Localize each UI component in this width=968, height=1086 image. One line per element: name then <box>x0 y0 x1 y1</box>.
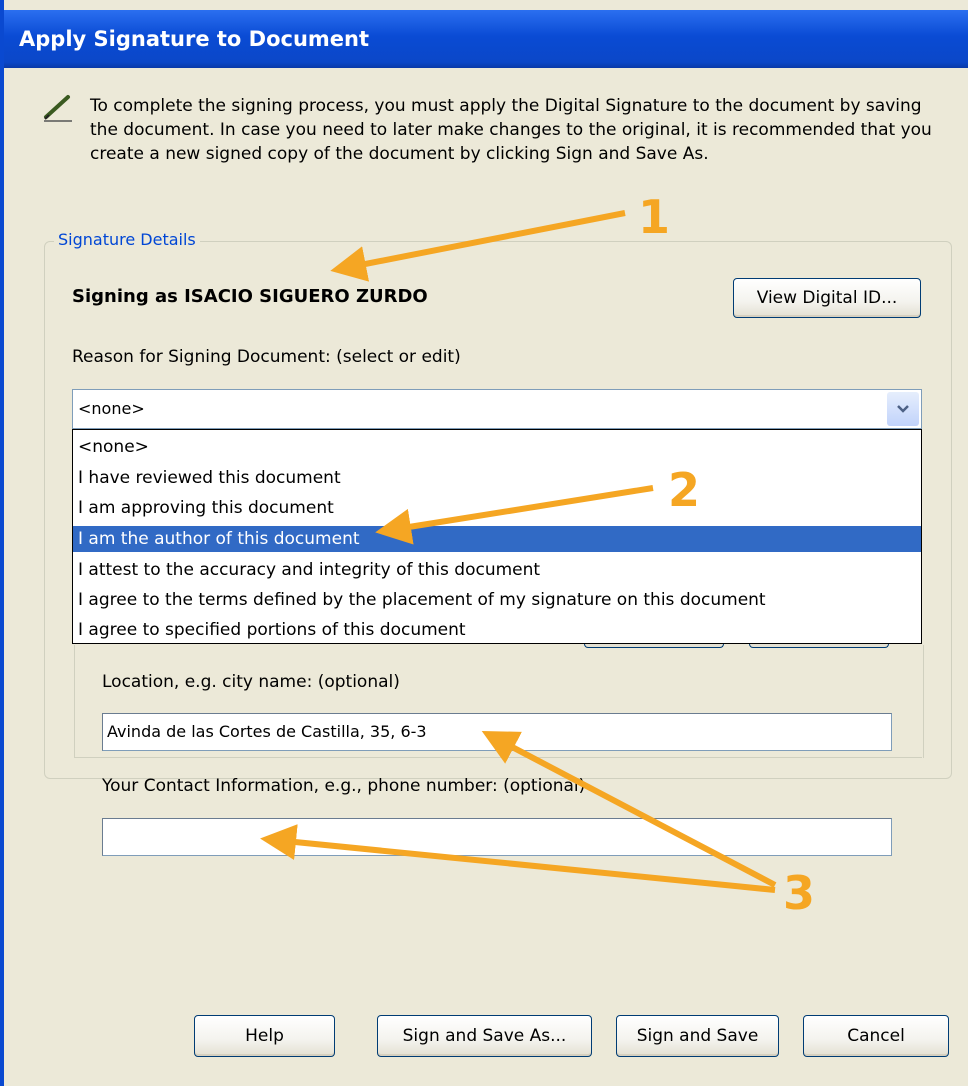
reason-option[interactable]: <none> <box>73 434 921 460</box>
contact-label: Your Contact Information, e.g., phone nu… <box>102 776 586 796</box>
reason-option[interactable]: I agree to the terms defined by the plac… <box>73 587 921 613</box>
apply-signature-dialog: Apply Signature to Document To complete … <box>0 0 968 1086</box>
contact-field[interactable] <box>102 818 892 856</box>
reason-option[interactable]: I am approving this document <box>73 495 921 521</box>
reason-combobox-value[interactable]: <none> <box>78 399 145 418</box>
sign-and-save-as-button[interactable]: Sign and Save As... <box>377 1015 592 1057</box>
sign-and-save-button[interactable]: Sign and Save <box>616 1015 779 1057</box>
cancel-button[interactable]: Cancel <box>803 1015 949 1057</box>
help-button[interactable]: Help <box>194 1015 335 1057</box>
chevron-down-icon <box>897 405 909 413</box>
reason-dropdown-list[interactable]: <none> I have reviewed this document I a… <box>72 429 922 644</box>
window-title-bar[interactable]: Apply Signature to Document <box>4 10 968 68</box>
annotation-number-1: 1 <box>638 190 671 244</box>
combo-dropdown-button[interactable] <box>887 392 919 426</box>
reason-option[interactable]: I have reviewed this document <box>73 465 921 491</box>
annotation-number-2: 2 <box>668 463 701 517</box>
pen-icon <box>44 95 72 122</box>
annotation-number-3: 3 <box>783 866 816 920</box>
window-title: Apply Signature to Document <box>19 27 370 51</box>
location-label: Location, e.g. city name: (optional) <box>102 672 400 692</box>
signature-details-title: Signature Details <box>54 230 200 249</box>
intro-text: To complete the signing process, you mus… <box>90 96 932 164</box>
view-digital-id-button[interactable]: View Digital ID... <box>733 278 921 318</box>
location-field[interactable]: Avinda de las Cortes de Castilla, 35, 6-… <box>102 713 892 751</box>
signing-as-label: Signing as ISACIO SIGUERO ZURDO <box>72 286 428 307</box>
reason-option[interactable]: I attest to the accuracy and integrity o… <box>73 557 921 583</box>
reason-label: Reason for Signing Document: (select or … <box>72 347 461 367</box>
reason-option-selected[interactable]: I am the author of this document <box>73 526 921 552</box>
reason-combobox[interactable]: <none> <box>72 389 922 429</box>
reason-option[interactable]: I agree to specified portions of this do… <box>73 617 921 643</box>
optional-info-divider <box>74 757 922 758</box>
